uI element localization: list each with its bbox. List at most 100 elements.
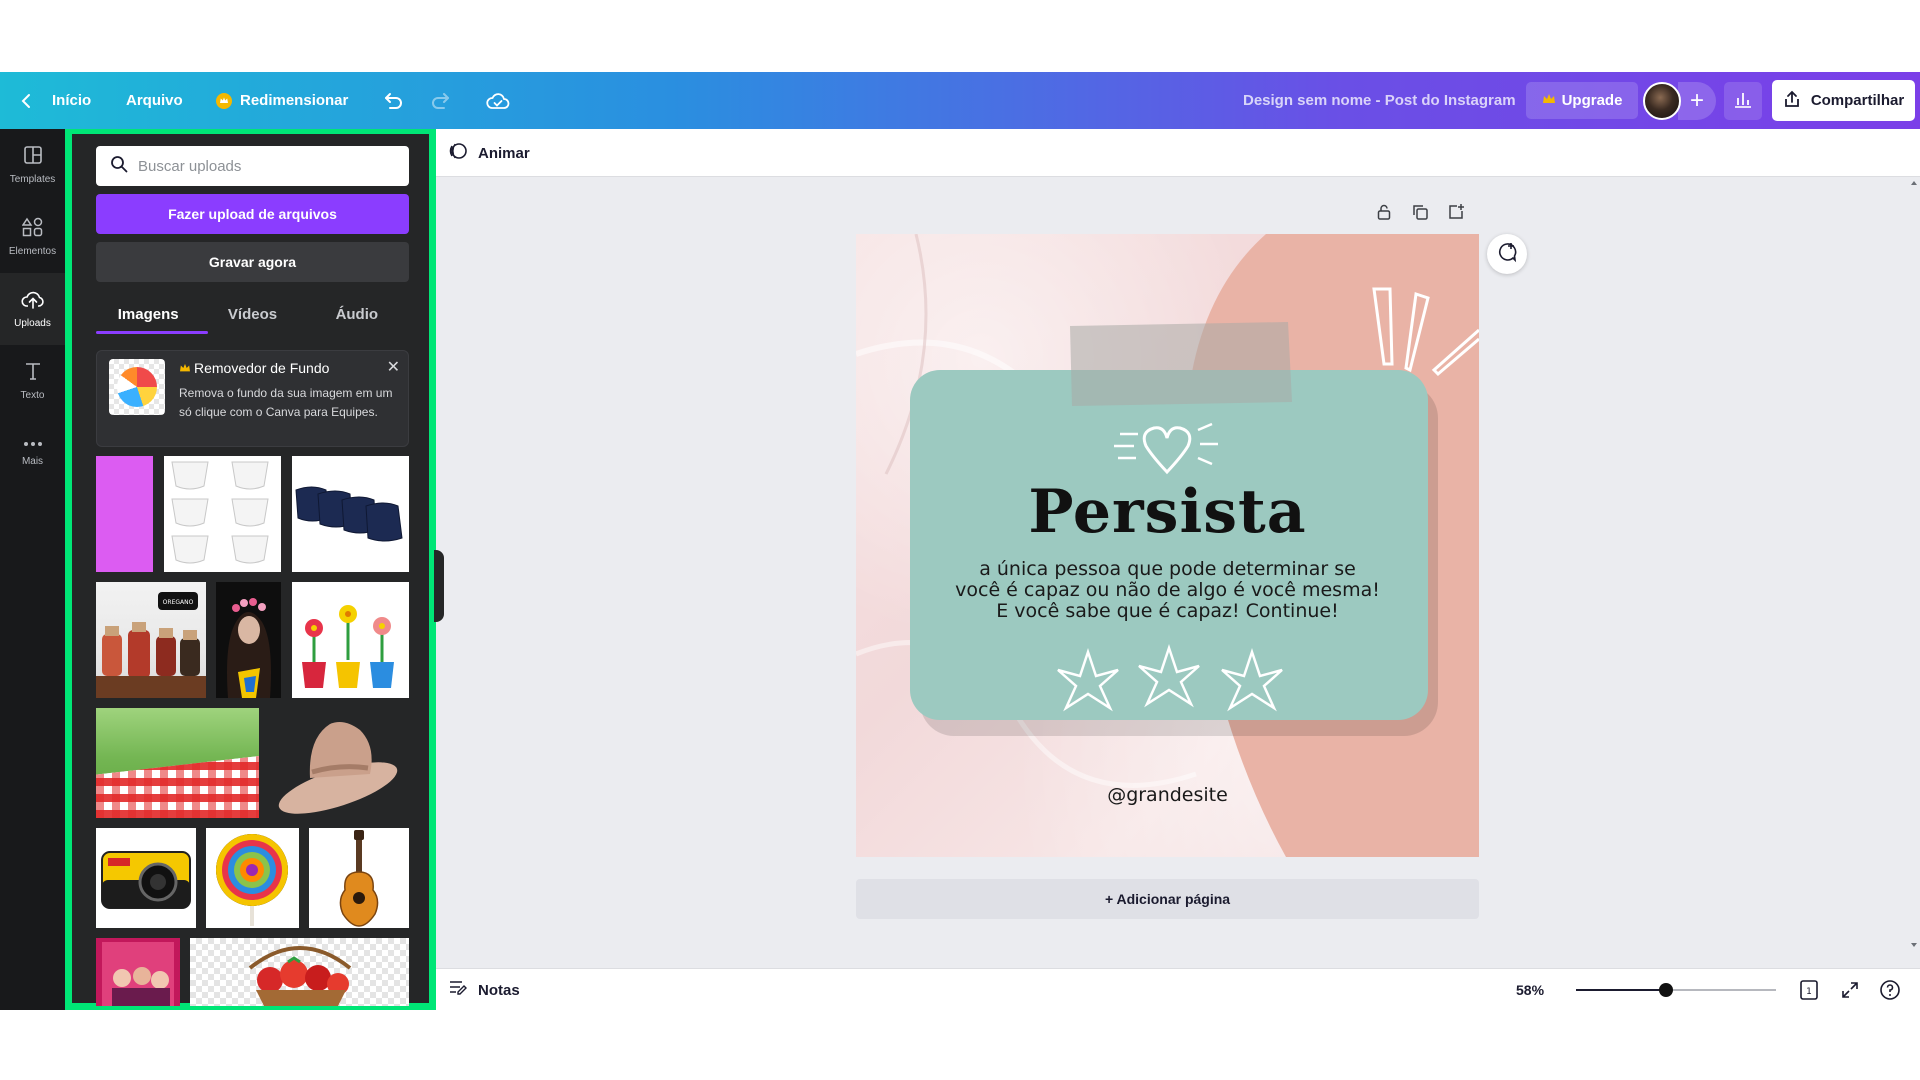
zoom-slider[interactable] bbox=[1576, 983, 1776, 997]
pages-icon: 1 bbox=[1800, 980, 1818, 1000]
upload-thumbnail-guitar[interactable] bbox=[309, 828, 409, 928]
zoom-slider-handle[interactable] bbox=[1659, 983, 1673, 997]
vertical-scrollbar[interactable] bbox=[1908, 177, 1920, 955]
page-count: 1 bbox=[1806, 987, 1812, 997]
share-label: Compartilhar bbox=[1810, 92, 1905, 109]
body-line: você é capaz ou não de algo é você mesma… bbox=[955, 579, 1380, 601]
background-remover-promo[interactable]: Removedor de Fundo Remova o fundo da sua… bbox=[96, 350, 409, 447]
upload-thumbnail-magazine[interactable] bbox=[96, 938, 180, 1006]
rail-label: Uploads bbox=[14, 318, 51, 329]
resize-button[interactable]: Redimensionar bbox=[216, 72, 348, 129]
tab-images[interactable]: Imagens bbox=[96, 294, 200, 334]
undo-icon bbox=[382, 92, 404, 110]
promo-title: Removedor de Fundo bbox=[179, 360, 329, 376]
design-handle[interactable]: @grandesite bbox=[856, 784, 1479, 806]
redo-icon bbox=[430, 92, 452, 110]
help-button[interactable] bbox=[1879, 969, 1901, 1010]
add-comment-button[interactable] bbox=[1487, 234, 1527, 274]
beach-ball-icon bbox=[117, 367, 157, 407]
cloud-save-button[interactable] bbox=[486, 72, 510, 129]
upload-thumbnail-purple[interactable] bbox=[96, 456, 153, 572]
active-tab-indicator bbox=[96, 331, 208, 334]
home-label: Início bbox=[52, 92, 92, 109]
upload-thumbnail-portrait[interactable] bbox=[216, 582, 281, 698]
animate-button[interactable]: Animar bbox=[448, 129, 530, 177]
notes-button[interactable]: Notas bbox=[448, 969, 520, 1010]
add-member-button[interactable]: + bbox=[1678, 82, 1716, 120]
tab-videos[interactable]: Vídeos bbox=[200, 294, 304, 334]
rail-item-elements[interactable]: Elementos bbox=[0, 201, 65, 273]
rail-label: Templates bbox=[9, 174, 56, 185]
upgrade-label: Upgrade bbox=[1561, 92, 1623, 109]
more-icon bbox=[23, 439, 43, 450]
design-title[interactable]: Persista bbox=[856, 477, 1479, 547]
close-icon[interactable]: ✕ bbox=[387, 357, 400, 377]
zoom-slider-fill bbox=[1576, 989, 1666, 991]
rail-item-text[interactable]: Texto bbox=[0, 345, 65, 417]
top-bar: Início Arquivo Redimensionar Design sem … bbox=[0, 72, 1920, 129]
rail-item-more[interactable]: Mais bbox=[0, 417, 65, 489]
blanket-pattern bbox=[96, 756, 259, 818]
duplicate-icon[interactable] bbox=[1411, 203, 1429, 226]
share-upload-icon bbox=[1783, 90, 1801, 112]
record-now-button[interactable]: Gravar agora bbox=[96, 242, 409, 282]
upload-thumbnail-lollipop[interactable] bbox=[206, 828, 299, 928]
crown-icon bbox=[1542, 92, 1556, 109]
page-tools bbox=[1375, 203, 1465, 226]
fullscreen-button[interactable] bbox=[1840, 969, 1860, 1010]
upload-thumbnail-picnic-blanket[interactable] bbox=[96, 708, 259, 818]
upgrade-button[interactable]: Upgrade bbox=[1526, 82, 1638, 119]
tab-audio[interactable]: Áudio bbox=[305, 294, 409, 334]
design-body-text[interactable]: a única pessoa que pode determinar se vo… bbox=[916, 559, 1419, 622]
file-menu-button[interactable]: Arquivo bbox=[126, 72, 183, 129]
rail-label: Texto bbox=[20, 390, 45, 401]
share-button[interactable]: Compartilhar bbox=[1772, 80, 1915, 121]
document-title[interactable]: Design sem nome - Post do Instagram bbox=[1243, 72, 1516, 129]
promo-title-text: Removedor de Fundo bbox=[194, 360, 330, 376]
add-page-icon[interactable] bbox=[1447, 203, 1465, 226]
bottom-bar: Notas 58% 1 bbox=[436, 968, 1920, 1010]
templates-icon bbox=[23, 145, 43, 168]
search-icon bbox=[110, 155, 128, 178]
upload-thumbnail-camera[interactable] bbox=[96, 828, 196, 928]
page-count-button[interactable]: 1 bbox=[1798, 969, 1820, 1010]
undo-button[interactable] bbox=[382, 72, 404, 129]
search-box[interactable] bbox=[96, 146, 409, 186]
upload-thumbnail-tomato-basket[interactable] bbox=[190, 938, 409, 1006]
upload-thumbnail-cowboy-hat[interactable] bbox=[268, 708, 409, 818]
canvas-toolbar: Animar bbox=[436, 129, 1920, 177]
upload-thumbnail-spice-jars[interactable]: OREGANO bbox=[96, 582, 206, 698]
crown-icon bbox=[179, 360, 191, 376]
upload-thumbnail-cups[interactable] bbox=[164, 456, 281, 572]
panel-collapse-handle[interactable] bbox=[434, 550, 444, 622]
canva-editor: Início Arquivo Redimensionar Design sem … bbox=[0, 72, 1920, 1010]
notes-label: Notas bbox=[478, 981, 520, 999]
cloud-check-icon bbox=[486, 92, 510, 110]
left-rail: Templates Elementos Uploads Texto Mais bbox=[0, 129, 65, 1010]
home-button[interactable]: Início bbox=[20, 72, 91, 129]
comment-plus-icon bbox=[1496, 241, 1518, 268]
promo-description: Remova o fundo da sua imagem em um só cl… bbox=[179, 386, 393, 419]
rail-label: Mais bbox=[21, 456, 44, 467]
elements-icon bbox=[21, 217, 44, 240]
avatar[interactable] bbox=[1643, 82, 1681, 120]
file-label: Arquivo bbox=[126, 92, 183, 109]
design-page[interactable]: Persista a única pessoa que pode determi… bbox=[856, 234, 1479, 857]
zoom-value[interactable]: 58% bbox=[1516, 969, 1544, 1010]
body-line: E você sabe que é capaz! Continue! bbox=[996, 600, 1339, 622]
upload-files-button[interactable]: Fazer upload de arquivos bbox=[96, 194, 409, 234]
rail-item-uploads[interactable]: Uploads bbox=[0, 273, 65, 345]
tape-strip bbox=[1070, 322, 1292, 406]
upload-thumbnail-pillows[interactable] bbox=[292, 456, 409, 572]
search-input[interactable] bbox=[138, 157, 388, 175]
redo-button[interactable] bbox=[430, 72, 452, 129]
expand-icon bbox=[1842, 982, 1858, 998]
upload-thumbnail-flower-pots[interactable] bbox=[292, 582, 409, 698]
lock-icon[interactable] bbox=[1375, 203, 1393, 226]
insights-button[interactable] bbox=[1724, 82, 1762, 120]
rail-item-templates[interactable]: Templates bbox=[0, 129, 65, 201]
upload-cloud-icon bbox=[20, 289, 45, 312]
oregano-label: OREGANO bbox=[163, 599, 194, 606]
media-tabs: Imagens Vídeos Áudio bbox=[96, 294, 409, 334]
add-page-button[interactable]: + Adicionar página bbox=[856, 879, 1479, 919]
